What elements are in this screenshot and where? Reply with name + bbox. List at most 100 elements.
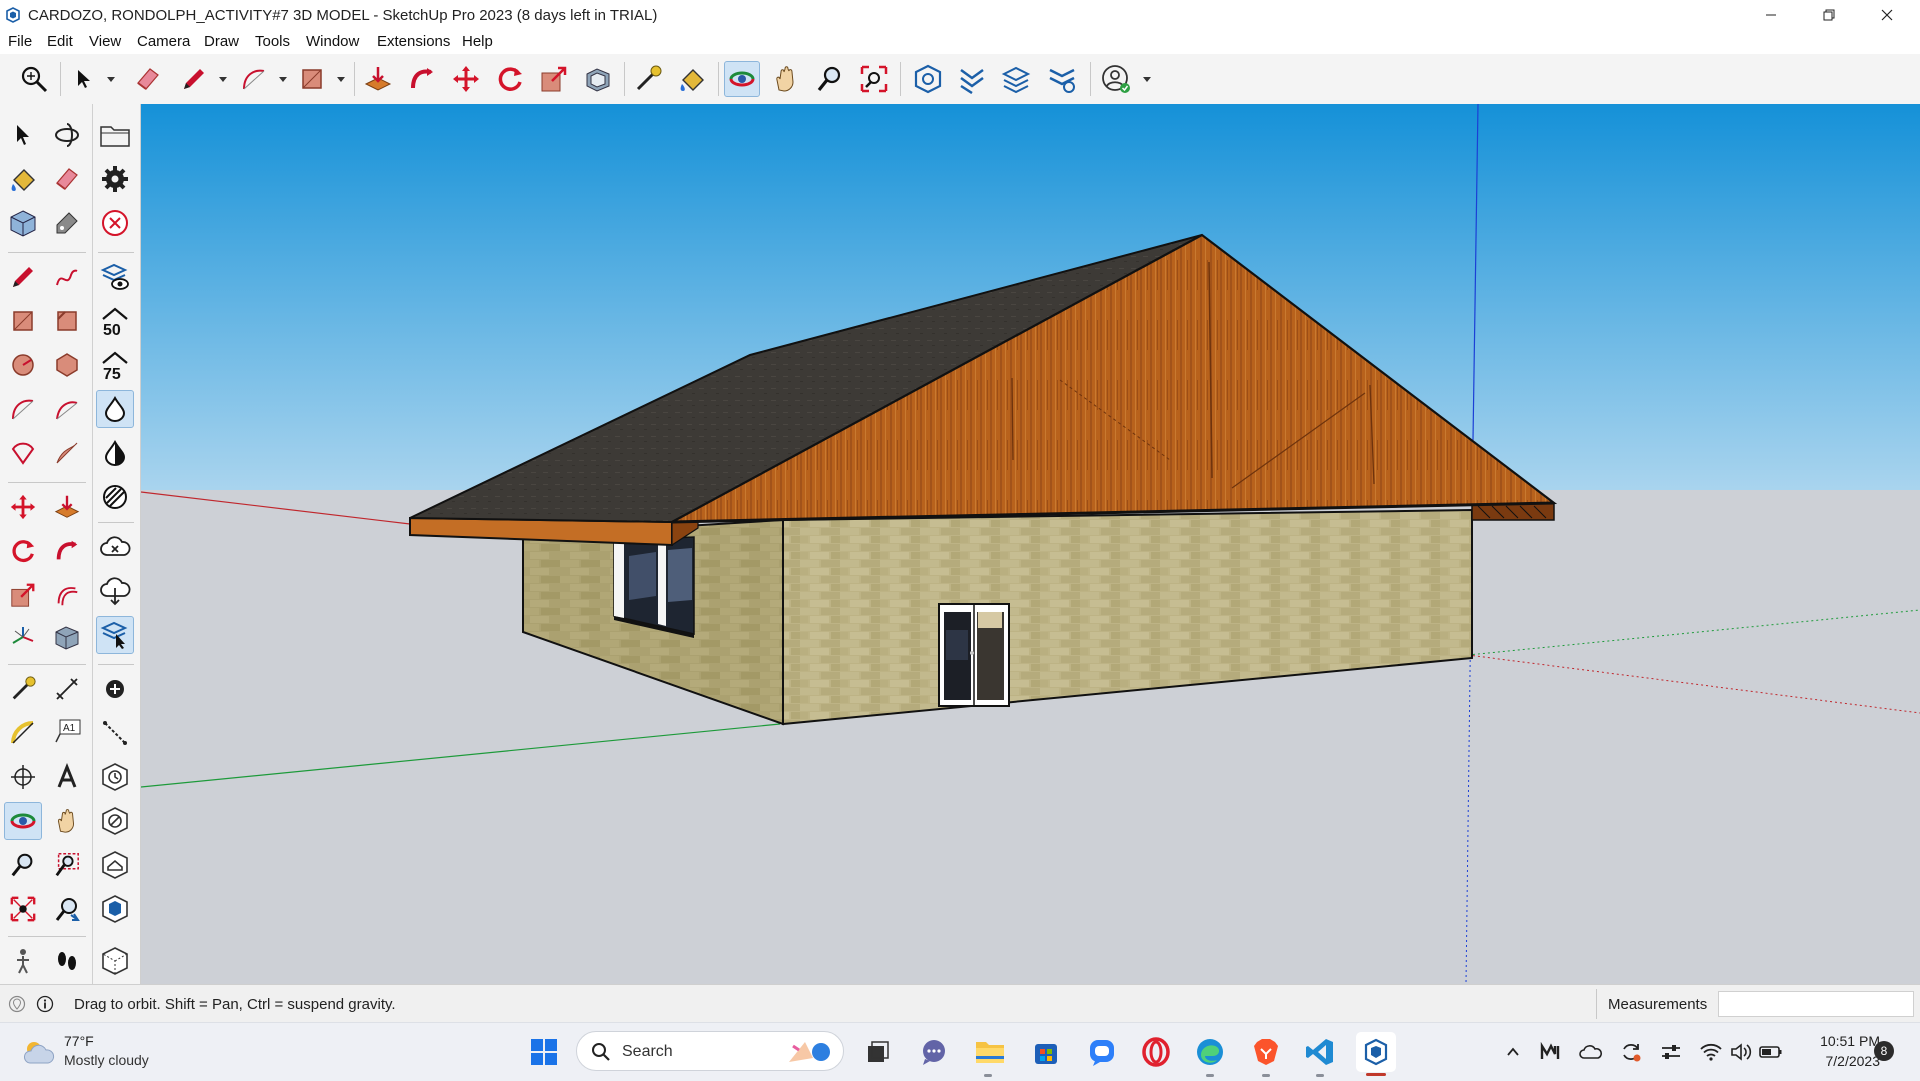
show-hidden-icons-button[interactable] <box>1500 1039 1526 1065</box>
section-plane-50-tool[interactable]: 50 <box>96 302 134 340</box>
paint-bucket-tool[interactable] <box>674 61 710 97</box>
chevron-down-icon[interactable] <box>1142 74 1152 84</box>
clock-date[interactable]: 7/2/2023 <box>1800 1053 1881 1069</box>
guide-line-tool[interactable] <box>96 714 134 752</box>
walk-tool[interactable] <box>4 942 42 980</box>
look-around-tool[interactable] <box>48 942 86 980</box>
orbit-alt-tool[interactable] <box>48 116 86 154</box>
rotate-tool[interactable] <box>492 61 528 97</box>
protractor-tool[interactable] <box>4 714 42 752</box>
follow-me-tool[interactable] <box>48 532 86 570</box>
polygon-tool[interactable] <box>48 346 86 384</box>
make-component-tool[interactable] <box>4 204 42 242</box>
weather-condition[interactable]: Mostly cloudy <box>64 1052 149 1068</box>
move-tool[interactable] <box>448 61 484 97</box>
chat-button[interactable] <box>914 1032 954 1072</box>
pan-tool[interactable] <box>768 61 804 97</box>
chevron-down-icon[interactable] <box>336 74 346 84</box>
position-camera-tool[interactable] <box>4 758 42 796</box>
layout-tool[interactable] <box>998 61 1034 97</box>
tray-app-button[interactable] <box>1538 1039 1564 1065</box>
eraser-tool[interactable] <box>130 61 166 97</box>
freehand-tool[interactable] <box>48 258 86 296</box>
zoom-extents-tool[interactable] <box>16 61 52 97</box>
offset-tool[interactable] <box>48 576 86 614</box>
house-view-tool[interactable] <box>96 846 134 884</box>
zoom-window-tool[interactable] <box>48 846 86 884</box>
orbit-tool[interactable] <box>4 802 42 840</box>
select-tool[interactable] <box>4 116 42 154</box>
follow-me-tool[interactable] <box>404 61 440 97</box>
menu-extensions[interactable]: Extensions <box>377 33 450 50</box>
cloud-upload-tool[interactable] <box>96 528 134 566</box>
scale-tool[interactable] <box>536 61 572 97</box>
3d-text-tool[interactable] <box>48 758 86 796</box>
arc-tool[interactable] <box>4 390 42 428</box>
geo-location-icon[interactable] <box>8 995 26 1013</box>
no-entity-tool[interactable] <box>96 802 134 840</box>
rectangle-tool[interactable] <box>4 302 42 340</box>
text-tool[interactable]: A1 <box>48 714 86 752</box>
sandbox-smoove-tool[interactable] <box>96 390 134 428</box>
cloud-download-tool[interactable] <box>96 572 134 610</box>
intersect-tool[interactable] <box>48 618 86 656</box>
sandbox-stamp-tool[interactable] <box>96 434 134 472</box>
extension-warehouse-tool[interactable] <box>954 61 990 97</box>
chevron-down-icon[interactable] <box>106 74 116 84</box>
chevron-down-icon[interactable] <box>218 74 228 84</box>
circle-tool[interactable] <box>4 346 42 384</box>
sketchup-button[interactable] <box>1356 1032 1396 1072</box>
menu-window[interactable]: Window <box>306 33 359 50</box>
messenger-button[interactable] <box>1082 1032 1122 1072</box>
settings-sliders-button[interactable] <box>1658 1039 1684 1065</box>
close-button[interactable] <box>1858 0 1916 30</box>
vscode-button[interactable] <box>1300 1032 1340 1072</box>
menu-camera[interactable]: Camera <box>137 33 190 50</box>
scale-tool[interactable] <box>4 576 42 614</box>
zoom-window-tool[interactable] <box>856 61 892 97</box>
info-icon[interactable] <box>36 995 54 1013</box>
move-tool[interactable] <box>4 488 42 526</box>
two-point-arc-tool[interactable] <box>48 390 86 428</box>
orbit-tool[interactable] <box>724 61 760 97</box>
eraser-tool[interactable] <box>48 160 86 198</box>
axes-tool[interactable] <box>4 618 42 656</box>
sandbox-drape-tool[interactable] <box>96 478 134 516</box>
open-folder-tool[interactable] <box>96 116 134 154</box>
clock-time[interactable]: 10:51 PM <box>1800 1033 1880 1049</box>
weather-temperature[interactable]: 77°F <box>64 1033 94 1049</box>
select-tool[interactable] <box>66 61 102 97</box>
warehouse-tool[interactable] <box>910 61 946 97</box>
section-visibility-tool[interactable] <box>96 258 134 296</box>
sync-button[interactable] <box>1618 1039 1644 1065</box>
menu-draw[interactable]: Draw <box>204 33 239 50</box>
history-tool[interactable] <box>96 758 134 796</box>
rotated-rectangle-tool[interactable] <box>48 302 86 340</box>
onedrive-button[interactable] <box>1578 1039 1604 1065</box>
file-explorer-button[interactable] <box>970 1032 1010 1072</box>
start-button[interactable] <box>524 1032 564 1072</box>
zoom-tool[interactable] <box>4 846 42 884</box>
push-pull-tool[interactable] <box>48 488 86 526</box>
section-plane-75-tool[interactable]: 75 <box>96 346 134 384</box>
restore-button[interactable] <box>1800 0 1858 30</box>
volume-button[interactable] <box>1728 1039 1754 1065</box>
line-tool[interactable] <box>4 258 42 296</box>
weather-cloud-icon[interactable] <box>20 1037 58 1067</box>
tape-measure-tool[interactable] <box>630 61 666 97</box>
pencil-tool[interactable] <box>176 61 212 97</box>
outliner-tool[interactable] <box>96 942 134 980</box>
wifi-button[interactable] <box>1698 1039 1724 1065</box>
pie-tool[interactable] <box>4 434 42 472</box>
task-view-button[interactable] <box>858 1032 898 1072</box>
model-info-tool[interactable] <box>96 890 134 928</box>
menu-tools[interactable]: Tools <box>255 33 290 50</box>
menu-view[interactable]: View <box>89 33 121 50</box>
arc-tool[interactable] <box>236 61 272 97</box>
paint-bucket-tool[interactable] <box>4 160 42 198</box>
cancel-tool[interactable] <box>96 204 134 242</box>
brave-button[interactable] <box>1246 1032 1286 1072</box>
three-point-arc-tool[interactable] <box>48 434 86 472</box>
account-tool[interactable] <box>1098 61 1134 97</box>
zoom-extents-tool[interactable] <box>4 890 42 928</box>
